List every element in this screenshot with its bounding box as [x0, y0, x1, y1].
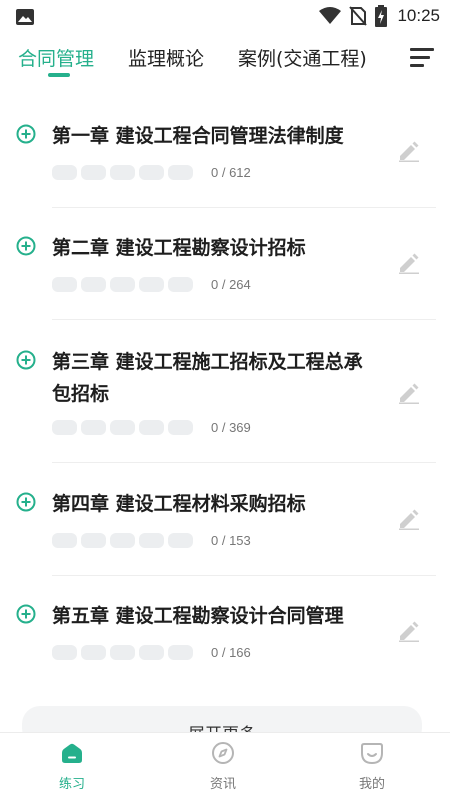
progress-row: 0 / 264: [52, 276, 251, 292]
menu-icon[interactable]: [410, 48, 434, 68]
progress-count: 0 / 369: [211, 419, 251, 435]
tab-supervision-overview[interactable]: 监理概论: [128, 44, 204, 71]
progress-row: 0 / 166: [52, 644, 251, 660]
divider: [52, 207, 436, 208]
progress-row: 0 / 369: [52, 419, 251, 435]
no-sim-icon: [349, 6, 368, 26]
nav-profile-label: 我的: [358, 777, 385, 792]
edit-pencil-icon[interactable]: [398, 508, 420, 530]
nav-news-label: 资讯: [209, 777, 236, 792]
chapter-title: 第一章 建设工程合同管理法律制度: [52, 125, 344, 147]
status-bar: 10:25: [0, 0, 450, 34]
battery-charging-icon: [375, 5, 388, 27]
chapter-title: 第五章 建设工程勘察设计合同管理: [52, 605, 344, 627]
chapter-title: 第三章 建设工程施工招标及工程总承包招标: [52, 351, 363, 405]
home-icon: [62, 743, 82, 763]
nav-practice-label: 练习: [58, 777, 85, 792]
progress-row: 0 / 612: [52, 164, 251, 180]
chapter-item[interactable]: 第五章 建设工程勘察设计合同管理 0 / 166: [0, 598, 450, 688]
progress-count: 0 / 612: [211, 164, 251, 180]
progress-count: 0 / 153: [211, 532, 251, 548]
image-icon: [16, 9, 34, 25]
expand-plus-icon[interactable]: [16, 350, 36, 370]
chapter-item[interactable]: 第三章 建设工程施工招标及工程总承包招标 0 / 369: [0, 344, 450, 463]
wifi-icon: [319, 7, 342, 24]
edit-pencil-icon[interactable]: [398, 140, 420, 162]
clock: 10:25: [397, 6, 440, 25]
chapter-item[interactable]: 第二章 建设工程勘察设计招标 0 / 264: [0, 230, 450, 320]
chapter-title: 第四章 建设工程材料采购招标: [52, 493, 306, 515]
expand-plus-icon[interactable]: [16, 492, 36, 512]
expand-plus-icon[interactable]: [16, 604, 36, 624]
expand-plus-icon[interactable]: [16, 236, 36, 256]
category-tabs: 合同管理 监理概论 案例(交通工程): [0, 40, 450, 84]
tab-contract-management[interactable]: 合同管理: [18, 44, 94, 71]
nav-practice[interactable]: 练习: [42, 741, 102, 792]
progress-count: 0 / 264: [211, 276, 251, 292]
smile-icon: [361, 743, 383, 765]
nav-profile[interactable]: 我的: [342, 741, 402, 792]
chapter-item[interactable]: 第四章 建设工程材料采购招标 0 / 153: [0, 486, 450, 576]
compass-icon: [212, 742, 234, 764]
divider: [52, 575, 436, 576]
nav-news[interactable]: 资讯: [193, 741, 253, 792]
active-tab-indicator: [48, 73, 70, 77]
edit-pencil-icon[interactable]: [398, 620, 420, 642]
divider: [52, 462, 436, 463]
edit-pencil-icon[interactable]: [398, 252, 420, 274]
expand-plus-icon[interactable]: [16, 124, 36, 144]
divider: [52, 319, 436, 320]
chapter-title: 第二章 建设工程勘察设计招标: [52, 237, 306, 259]
edit-pencil-icon[interactable]: [398, 382, 420, 404]
progress-count: 0 / 166: [211, 644, 251, 660]
bottom-nav: 练习 资讯 我的: [0, 732, 450, 800]
chapter-item[interactable]: 第一章 建设工程合同管理法律制度 0 / 612: [0, 118, 450, 208]
tab-case-traffic-engineering[interactable]: 案例(交通工程): [238, 44, 367, 71]
progress-row: 0 / 153: [52, 532, 251, 548]
